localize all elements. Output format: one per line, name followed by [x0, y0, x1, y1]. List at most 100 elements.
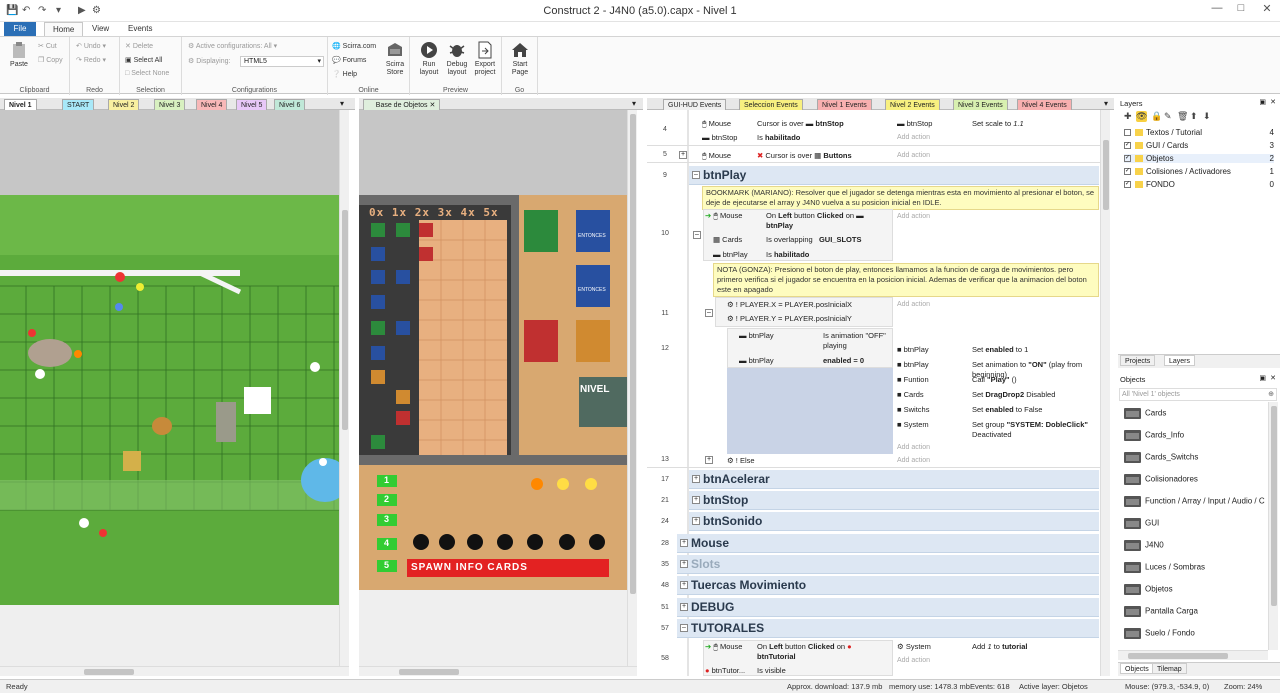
objects-vscroll[interactable] [1268, 402, 1278, 650]
run-layout-button[interactable]: Run layout [414, 41, 444, 77]
condition-mouse-click-btnplay[interactable]: ➔ 🖱 Mouse [705, 211, 742, 221]
expand-icon[interactable]: + [679, 151, 687, 159]
group-btnplay[interactable]: 9 – btnPlay [647, 166, 1104, 185]
tab-layers[interactable]: Layers [1164, 355, 1196, 366]
condition-else[interactable]: ⚙ ! Else [727, 456, 755, 465]
tab-home[interactable]: Home [44, 22, 84, 36]
expand-icon[interactable]: + [692, 517, 700, 525]
expand-icon[interactable]: + [692, 475, 700, 483]
group-btnstop[interactable]: 21 + btnStop [647, 491, 1104, 510]
tab-event-sheet-4[interactable]: Nivel 3 Events [953, 99, 1008, 110]
group-header[interactable]: – btnPlay [689, 166, 1099, 185]
move-down-icon[interactable]: ⬇ [1203, 111, 1211, 122]
group-header[interactable]: + Slots [677, 555, 1099, 574]
layout-view-base-objetos[interactable]: 0x 1x 2x 3x 4x 5x NIVEL ENTONCES ENTONCE… [359, 110, 637, 676]
action-system-add[interactable]: ⚙ System [897, 642, 931, 651]
tab-layout-1[interactable]: START [62, 99, 95, 110]
object-folder[interactable]: Pantalla Carga [1124, 606, 1198, 617]
group-header[interactable]: + DEBUG [677, 598, 1099, 617]
event-10[interactable]: 10 – ➔ 🖱 Mouse On Left button Clicked on… [647, 209, 1104, 261]
layout-nivel1-hscroll[interactable] [0, 666, 349, 676]
event-5[interactable]: 5 + 🖱 Mouse ✖ Cursor is over ▦ Buttons A… [647, 147, 1104, 163]
group-btnsonido[interactable]: 24 + btnSonido [647, 512, 1104, 531]
expand-icon[interactable]: + [680, 560, 688, 568]
layer-item[interactable]: ✓ Objetos 2 [1124, 154, 1274, 163]
paste-button[interactable]: Paste [4, 41, 34, 69]
edit-icon[interactable]: ✎ [1164, 111, 1172, 122]
pin-icon[interactable]: ▣ [1259, 98, 1266, 106]
redo-button[interactable]: ↷ Redo ▾ [76, 56, 106, 64]
layout-base-hscroll[interactable] [359, 666, 637, 676]
lock-icon[interactable]: 🔒 [1151, 111, 1162, 122]
expand-icon[interactable]: + [705, 456, 713, 464]
layer-visible-checkbox[interactable]: ✓ [1124, 155, 1131, 163]
expand-icon[interactable]: + [680, 539, 688, 547]
tab-layout-5[interactable]: Nivel 5 [236, 99, 268, 110]
condition-btntutorial-visible[interactable]: ● btnTutor... [705, 666, 745, 675]
scirra-link[interactable]: 🌐 Scirra.com [332, 42, 376, 50]
base-tabs-dropdown-icon[interactable]: ▾ [632, 99, 636, 108]
tab-base-de-objetos[interactable]: Base de Objetos ✕ [363, 99, 441, 110]
add-layer-icon[interactable]: ✚ [1124, 111, 1132, 122]
event-sheet-vscroll[interactable] [1100, 110, 1110, 676]
maximize-button[interactable]: □ [1230, 2, 1252, 18]
condition-player-x[interactable]: ⚙ ! PLAYER.X = PLAYER.posInicialX [727, 300, 852, 309]
move-up-icon[interactable]: ⬆ [1190, 111, 1198, 122]
close-icon[interactable]: ✕ [1270, 374, 1276, 382]
add-action-link[interactable]: Add action [897, 657, 930, 664]
layer-item[interactable]: Textos / Tutorial 4 [1124, 128, 1274, 137]
object-folder[interactable]: Cards_Info [1124, 430, 1184, 441]
tab-objects[interactable]: Objects [1120, 663, 1154, 674]
event-13[interactable]: 13 + ⚙ ! Else Add action [647, 453, 1104, 468]
visibility-icon[interactable]: 👁 [1136, 111, 1148, 122]
group-header[interactable]: + btnAcelerar [689, 470, 1099, 489]
layer-item[interactable]: ✓ GUI / Cards 3 [1124, 141, 1274, 150]
add-action-link[interactable]: Add action [897, 213, 930, 220]
delete-button[interactable]: ✕ Delete [125, 42, 153, 50]
help-link[interactable]: ❔ Help [332, 70, 357, 78]
group-slots[interactable]: 35 + Slots [647, 555, 1104, 574]
layer-item[interactable]: ✓ FONDO 0 [1124, 180, 1274, 189]
select-all-button[interactable]: ▣ Select All [125, 56, 162, 64]
expand-icon[interactable]: + [692, 496, 700, 504]
group-tuercas-movimiento[interactable]: 48 + Tuercas Movimiento [647, 576, 1104, 595]
export-project-button[interactable]: Export project [470, 41, 500, 77]
copy-button[interactable]: ❐ Copy [38, 56, 63, 64]
pin-icon[interactable]: ▣ [1259, 374, 1266, 382]
cut-button[interactable]: ✂ Cut [38, 42, 57, 50]
layer-visible-checkbox[interactable]: ✓ [1124, 168, 1131, 176]
expand-icon[interactable]: – [680, 624, 688, 632]
tab-event-sheet-2[interactable]: Nivel 1 Events [817, 99, 872, 110]
group-debug[interactable]: 51 + DEBUG [647, 598, 1104, 617]
action-1[interactable]: ■ btnPlay [897, 360, 929, 369]
group-header[interactable]: + btnStop [689, 491, 1099, 510]
tab-event-sheet-1[interactable]: Seleccion Events [739, 99, 803, 110]
start-page-button[interactable]: Start Page [505, 41, 535, 77]
group-btnacelerar[interactable]: 17 + btnAcelerar [647, 470, 1104, 489]
action-4[interactable]: ■ Switchs [897, 405, 929, 414]
event-11[interactable]: 11 – ⚙ ! PLAYER.X = PLAYER.posInicialX ⚙… [647, 297, 1104, 327]
action-0[interactable]: ■ btnPlay [897, 345, 929, 354]
tab-layout-3[interactable]: Nivel 3 [154, 99, 186, 110]
layer-visible-checkbox[interactable] [1124, 129, 1131, 137]
tab-file[interactable]: File [4, 22, 36, 36]
layout-base-vscroll[interactable] [627, 110, 637, 666]
event-58[interactable]: 58 ➔ 🖱 Mouse On Left button Clicked on ●… [647, 640, 1104, 676]
displaying-select[interactable]: HTML5 ▾ [240, 56, 324, 67]
tab-view[interactable]: View [84, 22, 117, 36]
tab-event-sheet-3[interactable]: Nivel 2 Events [885, 99, 940, 110]
group-header[interactable]: – TUTORALES [677, 619, 1099, 638]
group-header[interactable]: + btnSonido [689, 512, 1099, 531]
object-folder[interactable]: Luces / Sombras [1124, 562, 1205, 573]
nota-comment[interactable]: NOTA (GONZA): Presiono el boton de play,… [713, 263, 1099, 297]
objects-hscroll[interactable] [1118, 650, 1268, 660]
tab-layout-4[interactable]: Nivel 4 [196, 99, 228, 110]
collapse-icon[interactable]: – [705, 309, 713, 317]
condition-mouse-over-btnstop[interactable]: 🖱 Mouse [702, 119, 731, 129]
object-folder[interactable]: Suelo / Fondo [1124, 628, 1195, 639]
active-configurations-select[interactable]: ⚙ Active configurations: All ▾ [188, 42, 277, 50]
tab-events[interactable]: Events [120, 22, 160, 36]
event-12[interactable]: 12 ▬ btnPlay Is animation "OFF" playing … [647, 328, 1104, 454]
tab-tilemap[interactable]: Tilemap [1152, 663, 1187, 674]
close-icon[interactable]: ✕ [1270, 98, 1276, 106]
